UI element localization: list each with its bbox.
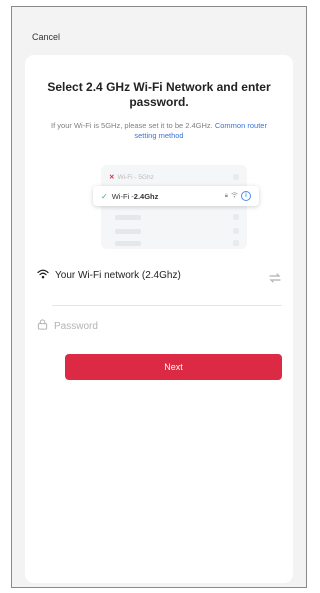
network-illustration: ✕ Wi-Fi - 5Ghz [101, 165, 247, 249]
illus-status-icons: 🔒︎ i [225, 191, 251, 201]
password-placeholder: Password [54, 320, 98, 332]
wifi-network-value: Your Wi-Fi network (2.4Ghz) [55, 269, 181, 281]
next-button[interactable]: Next [65, 354, 282, 380]
wifi-setup-card: Select 2.4 GHz Wi-Fi Network and enter p… [25, 55, 293, 583]
illus-dot-icon [233, 214, 239, 220]
page-title: Select 2.4 GHz Wi-Fi Network and enter p… [47, 80, 271, 109]
lock-icon [37, 317, 48, 335]
instruction-body: If your Wi-Fi is 5GHz, please set it to … [51, 121, 215, 130]
illus-dot-icon [233, 228, 239, 234]
password-field[interactable]: Password [37, 311, 281, 341]
illus-selected-band: 2.4Ghz [133, 191, 159, 201]
switch-network-icon[interactable] [269, 270, 281, 283]
illus-dot-icon [233, 240, 239, 246]
wifi-small-icon [231, 192, 238, 200]
illus-bar [115, 240, 141, 246]
illus-placeholder-row [101, 235, 247, 251]
field-divider [52, 305, 282, 306]
instruction-text: If your Wi-Fi is 5GHz, please set it to … [25, 121, 293, 141]
wifi-network-field[interactable]: Your Wi-Fi network (2.4Ghz) [37, 260, 281, 290]
illus-bar [115, 228, 141, 234]
app-screen: Cancel Select 2.4 GHz Wi-Fi Network and … [11, 6, 307, 588]
illus-row-5ghz: ✕ Wi-Fi - 5Ghz [101, 169, 247, 185]
illus-selected-prefix: Wi-Fi - [111, 191, 134, 201]
cancel-button[interactable]: Cancel [32, 32, 60, 42]
lock-small-icon: 🔒︎ [224, 192, 228, 199]
wifi-icon [37, 266, 49, 284]
illus-selected-network: ✓ Wi-Fi - 2.4Ghz 🔒︎ i [93, 186, 259, 206]
illus-dot-icon [233, 174, 239, 180]
x-mark-icon: ✕ [109, 174, 115, 181]
illus-bar [115, 214, 141, 220]
info-icon: i [241, 191, 251, 201]
check-icon: ✓ [101, 191, 108, 201]
illus-5ghz-label: Wi-Fi - 5Ghz [117, 173, 154, 181]
